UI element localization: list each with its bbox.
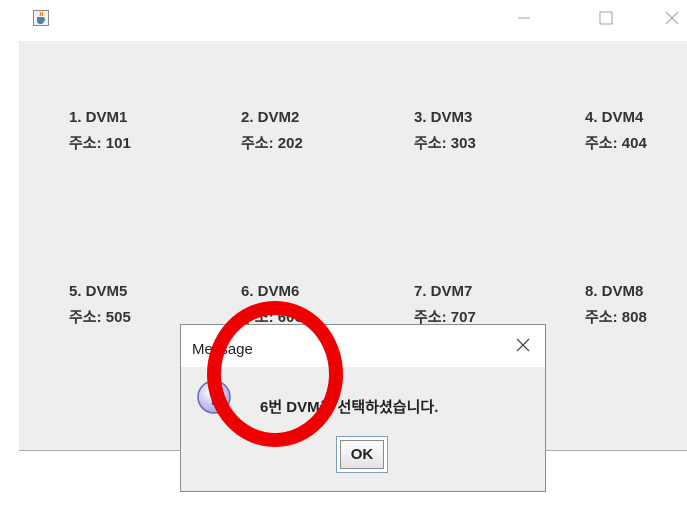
dvm-address: 주소: 505: [69, 309, 131, 326]
dvm-address: 주소: 303: [414, 135, 476, 152]
ok-button-label: OK: [340, 440, 384, 469]
dvm-name: 2. DVM2: [241, 109, 300, 126]
minimize-icon[interactable]: [512, 6, 536, 30]
dvm-name: 5. DVM5: [69, 283, 128, 300]
dvm-address: 주소: 101: [69, 135, 131, 152]
dvm-item-4[interactable]: 4. DVM4 주소: 404: [585, 105, 647, 157]
dvm-address: 주소: 404: [585, 135, 647, 152]
dvm-address: 주소: 808: [585, 309, 647, 326]
dvm-name: 3. DVM3: [414, 109, 473, 126]
java-cup-icon: [33, 10, 49, 26]
dvm-address: 주소: 202: [241, 135, 303, 152]
dvm-item-3[interactable]: 3. DVM3 주소: 303: [414, 105, 476, 157]
close-icon[interactable]: [660, 6, 684, 30]
dvm-item-8[interactable]: 8. DVM8 주소: 808: [585, 279, 647, 331]
dvm-name: 8. DVM8: [585, 283, 644, 300]
maximize-icon[interactable]: [594, 6, 618, 30]
dvm-name: 7. DVM7: [414, 283, 473, 300]
dvm-name: 4. DVM4: [585, 109, 644, 126]
close-icon[interactable]: [513, 335, 533, 355]
dvm-item-1[interactable]: 1. DVM1 주소: 101: [69, 105, 131, 157]
dvm-item-5[interactable]: 5. DVM5 주소: 505: [69, 279, 131, 331]
ok-button[interactable]: OK: [336, 436, 388, 473]
highlight-annotation-circle: [207, 301, 343, 447]
title-bar: [0, 0, 687, 40]
dvm-item-2[interactable]: 2. DVM2 주소: 202: [241, 105, 303, 157]
dvm-name: 1. DVM1: [69, 109, 128, 126]
